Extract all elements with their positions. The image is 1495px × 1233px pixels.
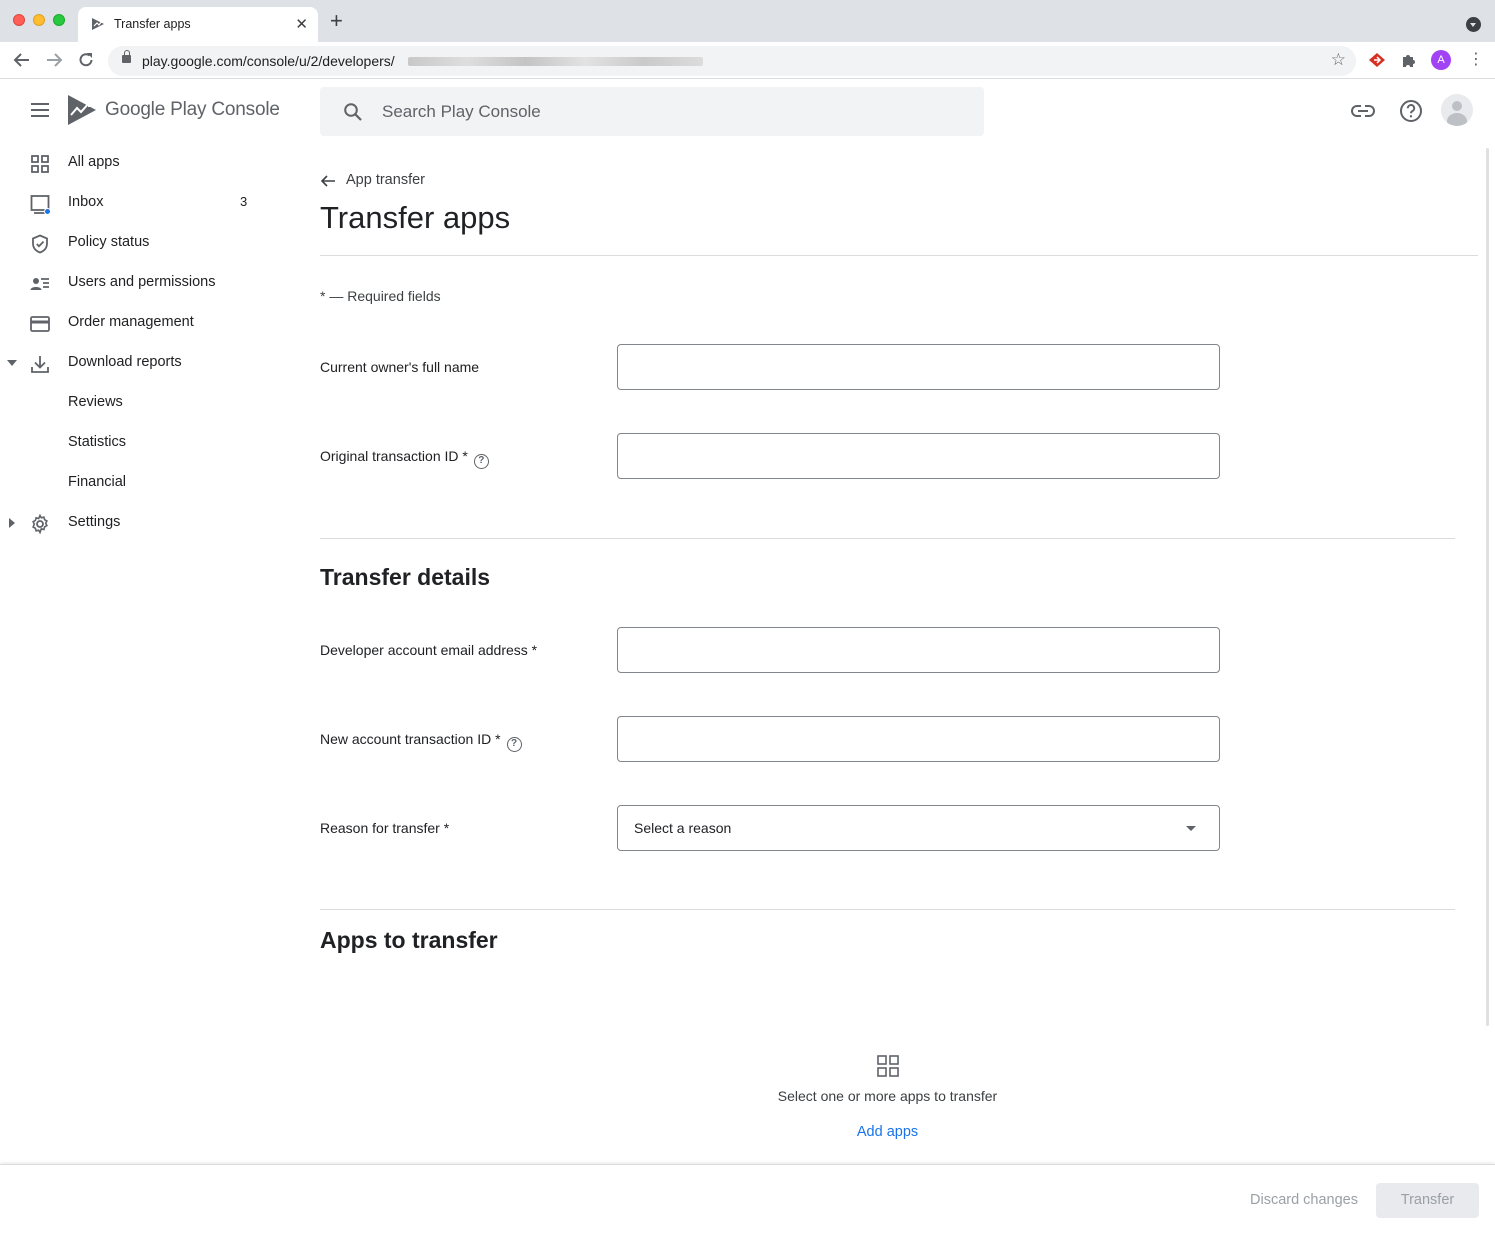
- browser-tab-bar: Transfer apps ✕ +: [0, 0, 1495, 42]
- page-scrollbar[interactable]: [1486, 148, 1489, 1026]
- apps-grid-icon: [877, 1055, 899, 1077]
- sidebar-item-settings[interactable]: Settings: [0, 503, 290, 543]
- section-divider: [320, 909, 1455, 910]
- expand-caret-down-icon[interactable]: [7, 360, 17, 366]
- new-tab-button[interactable]: +: [330, 10, 343, 32]
- play-console-favicon-icon: [92, 18, 104, 30]
- reason-select-value: Select a reason: [634, 820, 732, 836]
- sidebar-item-label: Order management: [68, 314, 194, 330]
- sidebar-item-statistics[interactable]: Statistics: [0, 423, 290, 463]
- sidebar-item-label: Policy status: [68, 234, 150, 250]
- title-divider: [320, 255, 1478, 256]
- developer-email-input[interactable]: [617, 627, 1220, 673]
- sidebar-item-reviews[interactable]: Reviews: [0, 383, 290, 423]
- link-icon[interactable]: [1350, 98, 1376, 124]
- section-divider: [320, 538, 1455, 539]
- extension-red-icon[interactable]: [1368, 52, 1386, 68]
- inbox-count-badge: 3: [240, 194, 248, 209]
- lock-icon: [122, 50, 131, 63]
- page-title: Transfer apps: [320, 200, 511, 235]
- sidebar-item-policy-status[interactable]: Policy status: [0, 223, 290, 263]
- empty-state-text: Select one or more apps to transfer: [777, 1088, 998, 1104]
- new-transaction-label: New account transaction ID *?: [320, 731, 522, 752]
- menu-icon[interactable]: [31, 103, 49, 117]
- sidebar-item-label: All apps: [68, 154, 120, 170]
- window-minimize-button[interactable]: [33, 14, 45, 26]
- question-help-icon[interactable]: ?: [473, 454, 489, 469]
- new-transaction-id-input[interactable]: [617, 716, 1220, 762]
- tab-title: Transfer apps: [114, 17, 191, 31]
- discard-changes-button[interactable]: Discard changes: [1250, 1192, 1358, 1208]
- address-bar[interactable]: play.google.com/console/u/2/developers/ …: [108, 46, 1356, 76]
- inbox-icon: [30, 195, 50, 214]
- help-icon[interactable]: [1398, 98, 1424, 124]
- reason-label: Reason for transfer *: [320, 820, 450, 836]
- apps-to-transfer-heading: Apps to transfer: [320, 927, 498, 953]
- sidebar-item-order-management[interactable]: Order management: [0, 303, 290, 343]
- reason-select[interactable]: Select a reason: [617, 805, 1220, 851]
- search-input[interactable]: Search Play Console: [382, 102, 541, 122]
- sidebar-item-label: Inbox: [68, 194, 104, 210]
- tab-close-icon[interactable]: ✕: [295, 15, 308, 33]
- search-icon: [344, 103, 362, 121]
- browser-menu-icon[interactable]: ⋮: [1468, 49, 1484, 69]
- url-redacted: [408, 57, 703, 66]
- bookmark-star-icon[interactable]: ☆: [1331, 50, 1346, 70]
- back-nav-icon[interactable]: [11, 49, 33, 71]
- window-zoom-button[interactable]: [53, 14, 65, 26]
- gear-icon: [32, 514, 48, 534]
- download-icon: [31, 356, 49, 373]
- developer-email-label: Developer account email address *: [320, 642, 538, 658]
- original-transaction-id-input[interactable]: [617, 433, 1220, 479]
- forward-nav-icon[interactable]: [43, 49, 65, 71]
- breadcrumb-app-transfer-link[interactable]: App transfer: [346, 172, 425, 188]
- window-close-button[interactable]: [13, 14, 25, 26]
- account-avatar[interactable]: [1441, 94, 1473, 126]
- sidebar-item-label: Financial: [68, 474, 127, 490]
- transfer-button[interactable]: Transfer: [1376, 1183, 1479, 1218]
- shield-icon: [32, 234, 48, 254]
- logo-wordmark[interactable]: Google Play Console: [105, 99, 280, 121]
- tab-search-icon[interactable]: [1466, 17, 1481, 32]
- new-transaction-label-text: New account transaction ID *: [320, 731, 501, 747]
- users-icon: [30, 278, 49, 290]
- browser-profile-avatar[interactable]: A: [1431, 50, 1451, 70]
- sidebar-item-label: Download reports: [68, 354, 182, 370]
- sidebar-item-all-apps[interactable]: All apps: [0, 143, 290, 183]
- reload-icon[interactable]: [75, 49, 97, 71]
- sidebar-item-financial[interactable]: Financial: [0, 463, 290, 503]
- required-fields-note: * — Required fields: [320, 288, 441, 304]
- sidebar-item-label: Users and permissions: [68, 274, 216, 290]
- logo-console-text: Console: [211, 99, 280, 120]
- sidebar-item-label: Reviews: [68, 394, 123, 410]
- expand-caret-right-icon[interactable]: [9, 518, 15, 528]
- extensions-puzzle-icon[interactable]: [1401, 52, 1417, 68]
- grid-icon: [31, 155, 49, 173]
- owner-name-input[interactable]: [617, 344, 1220, 390]
- search-bar[interactable]: Search Play Console: [320, 87, 984, 136]
- action-footer: Discard changes Transfer: [0, 1164, 1495, 1233]
- original-transaction-label-text: Original transaction ID *: [320, 448, 468, 464]
- sidebar-item-label: Statistics: [68, 434, 127, 450]
- url-text: play.google.com/console/u/2/developers/: [142, 53, 395, 69]
- question-help-icon[interactable]: ?: [506, 737, 522, 752]
- sidebar-item-inbox[interactable]: Inbox 3: [0, 183, 290, 223]
- logo-google-play-text: Google Play: [105, 99, 207, 120]
- browser-tab-active[interactable]: Transfer apps ✕: [78, 7, 318, 42]
- add-apps-link[interactable]: Add apps: [600, 1124, 1175, 1140]
- sidebar-item-users-and-permissions[interactable]: Users and permissions: [0, 263, 290, 303]
- sidebar-item-label: Settings: [68, 514, 121, 530]
- credit-card-icon: [30, 316, 50, 332]
- google-play-console-logo-icon: [68, 95, 96, 125]
- original-transaction-label: Original transaction ID *?: [320, 448, 489, 469]
- transfer-details-heading: Transfer details: [320, 564, 491, 590]
- back-arrow-icon[interactable]: [320, 173, 336, 189]
- browser-toolbar: play.google.com/console/u/2/developers/ …: [0, 42, 1495, 79]
- dropdown-arrow-icon: [1186, 826, 1196, 831]
- owner-name-label: Current owner's full name: [320, 359, 480, 375]
- sidebar-item-download-reports[interactable]: Download reports: [0, 343, 290, 383]
